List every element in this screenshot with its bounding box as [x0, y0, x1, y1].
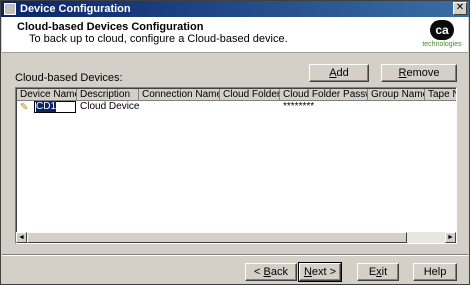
ca-technologies-logo: ca technologies	[422, 20, 462, 52]
app-icon	[4, 3, 16, 15]
page-title: Cloud-based Devices Configuration	[17, 21, 204, 33]
cell-cloud-folder	[220, 101, 280, 113]
column-header-device-name[interactable]: Device Name	[17, 89, 77, 101]
back-button[interactable]: < Back	[245, 263, 297, 281]
exit-button[interactable]: Exit	[357, 263, 399, 281]
cell-connection-name	[139, 101, 220, 113]
footer-divider	[2, 254, 468, 256]
column-header-description[interactable]: Description	[77, 89, 139, 101]
window-title: Device Configuration	[20, 3, 131, 15]
cell-description: Cloud Device ...	[80, 101, 139, 112]
cell-group-name	[368, 101, 425, 113]
cell-cloud-folder-password: ********	[283, 101, 315, 112]
remove-button[interactable]: Remove	[381, 64, 457, 82]
horizontal-scrollbar[interactable]: ◄ ►	[16, 232, 456, 243]
column-header-connection-name[interactable]: Connection Name	[139, 89, 220, 101]
close-button[interactable]: ✕	[453, 2, 467, 15]
cell-tape-name	[425, 101, 456, 113]
scroll-right-icon[interactable]: ►	[445, 232, 456, 243]
column-header-tape-name[interactable]: Tape Na	[425, 89, 456, 101]
title-bar: Device Configuration ✕	[1, 1, 469, 17]
device-name-input[interactable]: CD1	[34, 101, 76, 113]
help-button[interactable]: Help	[413, 263, 457, 281]
devices-grid-label: Cloud-based Devices:	[15, 72, 123, 84]
scroll-left-icon[interactable]: ◄	[16, 232, 27, 243]
device-configuration-window: Device Configuration ✕ Cloud-based Devic…	[0, 0, 470, 285]
pencil-icon: ✎	[20, 102, 29, 113]
next-button[interactable]: Next >	[298, 262, 342, 282]
wizard-header: Cloud-based Devices Configuration To bac…	[2, 17, 468, 53]
page-subtitle: To back up to cloud, configure a Cloud-b…	[29, 33, 288, 45]
column-header-cloud-folder-password[interactable]: Cloud Folder Password	[280, 89, 368, 101]
logo-text: technologies	[422, 41, 462, 48]
logo-mark: ca	[430, 20, 454, 40]
add-button[interactable]: Add	[309, 64, 369, 82]
column-header-group-name[interactable]: Group Name	[368, 89, 425, 101]
column-header-cloud-folder[interactable]: Cloud Folder	[220, 89, 280, 101]
scrollbar-thumb[interactable]	[27, 232, 407, 243]
cloud-devices-grid[interactable]: Device Name Description Connection Name …	[15, 87, 457, 244]
